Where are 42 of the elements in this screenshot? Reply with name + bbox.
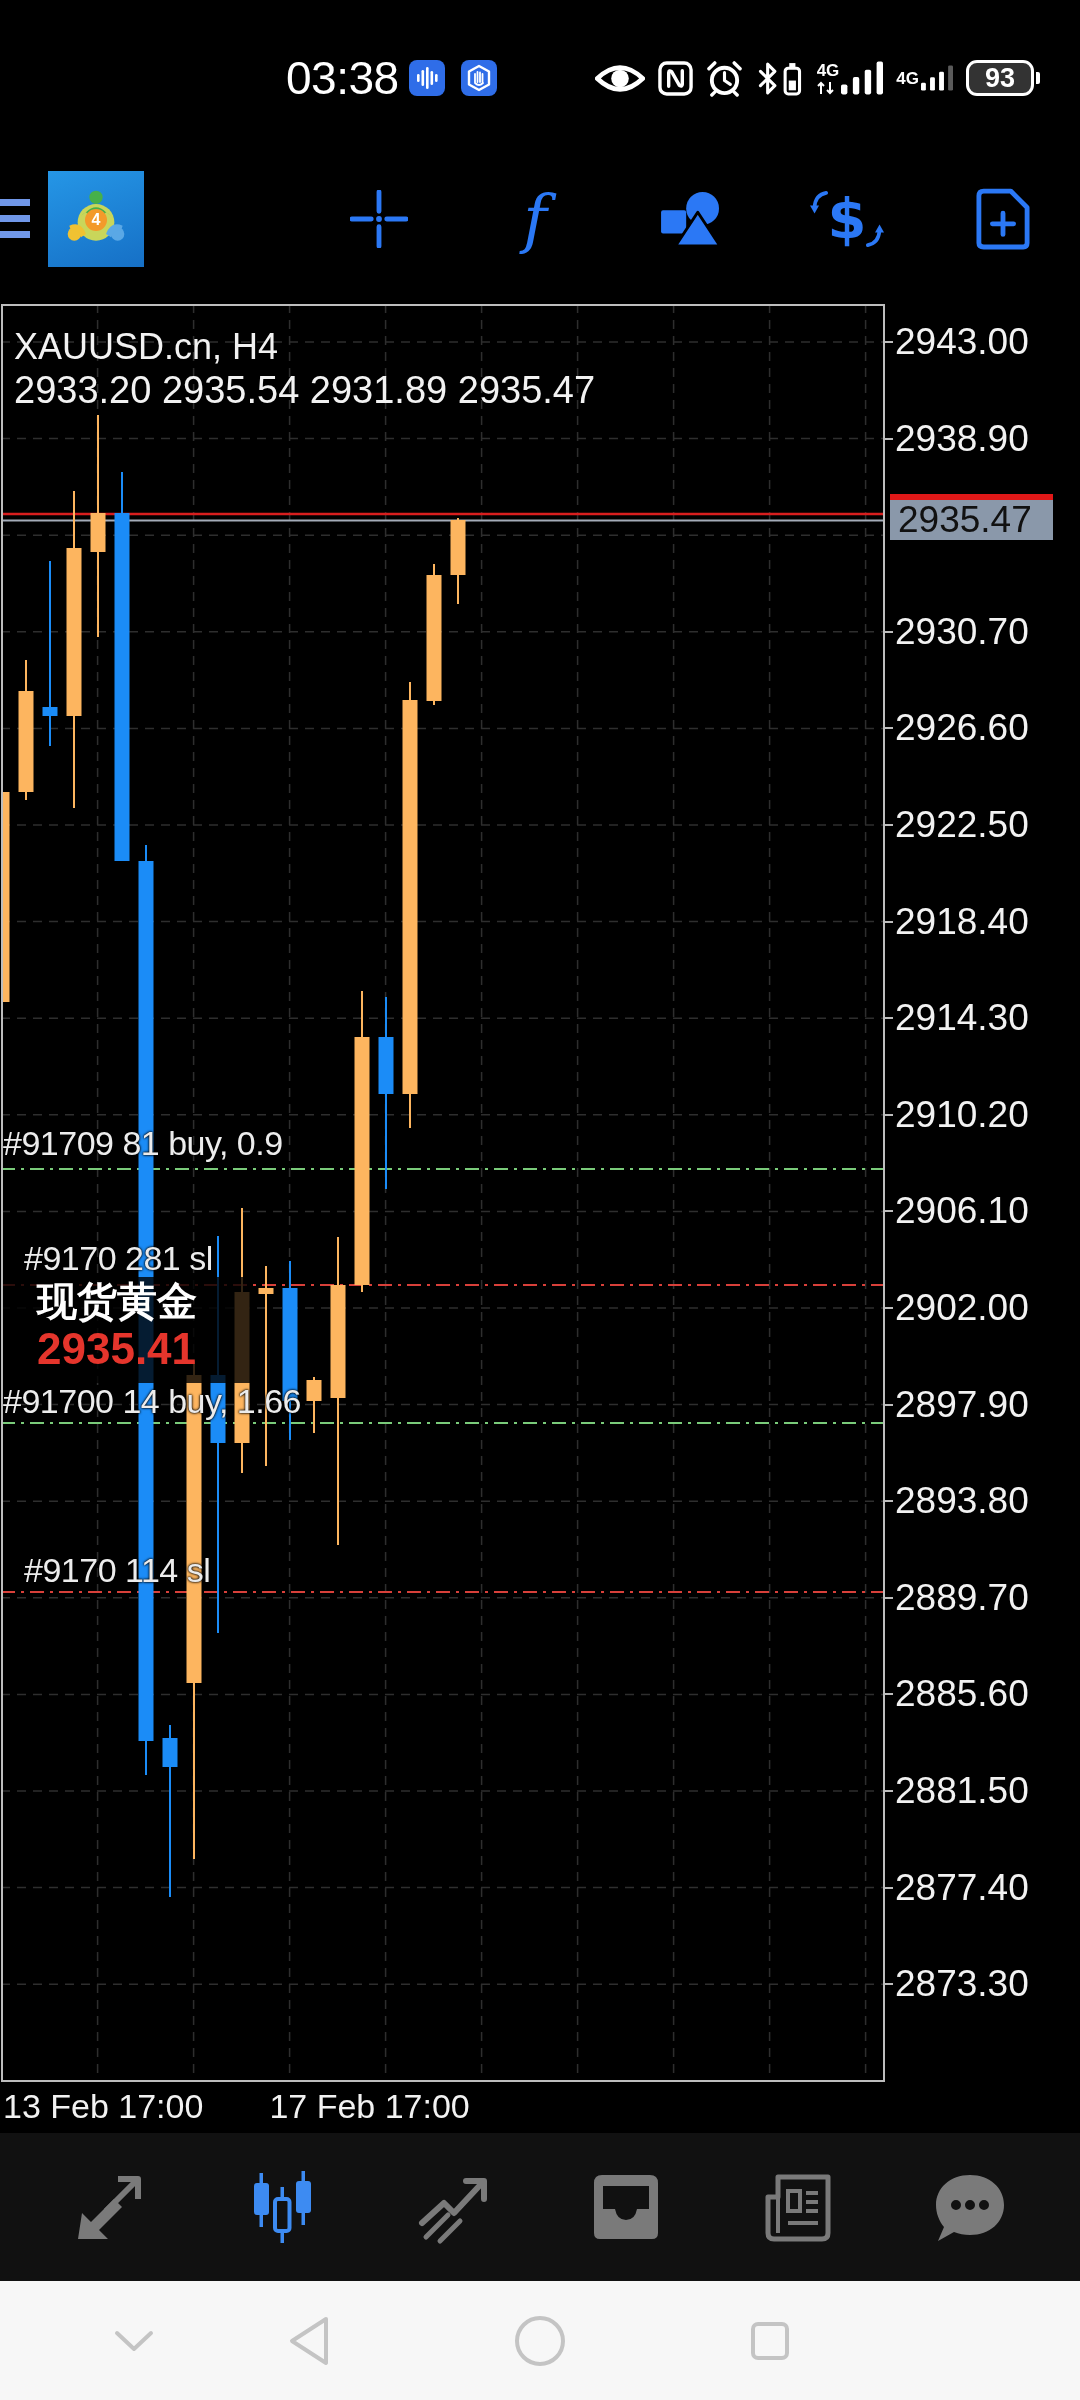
instrument-name: 现货黄金 — [37, 1281, 197, 1321]
price-axis-label: 2926.60 — [895, 709, 1029, 748]
ohlc-values: 2933.20 2935.54 2931.89 2935.47 — [14, 371, 596, 409]
price-axis-label: 2922.50 — [895, 806, 1029, 844]
time-axis-label: 17 Feb 17:00 — [269, 2089, 470, 2127]
clock-time: 03:38 — [286, 55, 399, 101]
menu-icon[interactable] — [0, 197, 30, 241]
shapes-icon — [661, 191, 721, 247]
hand-icon — [460, 60, 497, 96]
price-axis-label: 2885.60 — [895, 1675, 1029, 1714]
price-axis-label: 2910.20 — [895, 1095, 1029, 1134]
ticker-price: 2935.41 — [37, 1327, 197, 1371]
battery-indicator: 93 — [966, 60, 1040, 96]
network-type-label: 4G — [816, 61, 840, 79]
price-axis-label: 2918.40 — [895, 902, 1029, 941]
nfc-icon — [657, 60, 693, 96]
crosshair-icon — [350, 190, 408, 248]
price-axis-label: 2873.30 — [895, 1965, 1029, 2004]
price-axis-label: 2906.10 — [895, 1192, 1029, 1231]
document-plus-icon — [976, 188, 1030, 250]
price-axis-label: 2938.90 — [895, 419, 1029, 458]
alarm-clock-icon — [705, 59, 743, 97]
price-axis-label: 2943.00 — [895, 323, 1029, 361]
sound-wave-icon — [408, 60, 445, 96]
chart-symbol: XAUUSD.cn, H4 — [14, 329, 279, 365]
time-axis-label: 13 Feb 17:00 — [3, 2089, 204, 2127]
current-price-label: 2935.47 — [890, 494, 1053, 540]
price-axis-label: 2930.70 — [895, 612, 1029, 651]
currency-button[interactable]: $ — [809, 181, 885, 257]
eye-icon — [594, 62, 645, 94]
price-axis-label: 2902.00 — [895, 1289, 1029, 1327]
data-arrows-icon — [816, 80, 835, 95]
price-axis-label: 2897.90 — [895, 1385, 1029, 1424]
network-type-label: 4G — [896, 69, 919, 87]
signal-bars-icon — [841, 61, 884, 95]
price-axis-label: 2881.50 — [895, 1772, 1029, 1810]
price-axis-label: 2889.70 — [895, 1578, 1029, 1617]
function-button[interactable]: f — [497, 181, 573, 257]
price-axis-label: 2877.40 — [895, 1868, 1029, 1907]
candlestick — [306, 1377, 322, 1433]
price-axis-label: 2914.30 — [895, 999, 1029, 1038]
price-axis-label: 2893.80 — [895, 1482, 1029, 1521]
